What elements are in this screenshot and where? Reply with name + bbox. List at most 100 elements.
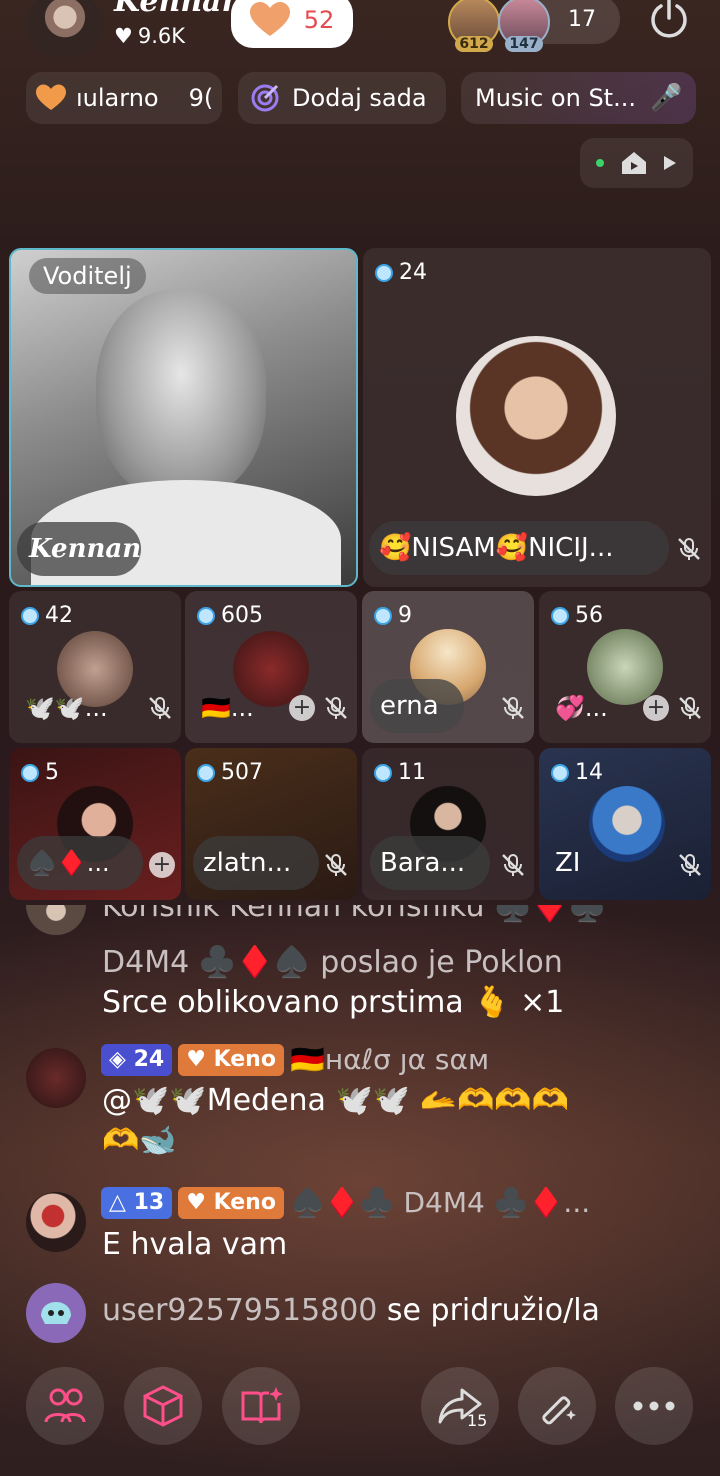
- host-name: Kennan: [114, 0, 244, 19]
- diamond-icon: [21, 606, 39, 625]
- chat-msg-2-level-value: 13: [133, 1189, 165, 1215]
- more-dots-icon: [633, 1401, 675, 1411]
- magic-book-button[interactable]: [222, 1367, 300, 1445]
- mic-muted-icon: [325, 854, 347, 876]
- chat-msg-2-username: ♠️♦️♣️ D4M4 ♣️♦️...: [289, 1186, 591, 1219]
- guest-1-count: 24: [399, 260, 427, 285]
- add-now-label: Dodaj sada: [292, 84, 427, 112]
- guest-5-count: 56: [575, 603, 603, 628]
- guest-7-name: zlatn...: [193, 836, 319, 890]
- diamond-icon: [375, 263, 393, 282]
- add-guest-plus-button[interactable]: +: [289, 695, 315, 721]
- target-icon: [251, 84, 279, 112]
- top-viewer-avatar-2[interactable]: 147: [498, 0, 550, 52]
- add-guest-plus-button[interactable]: +: [149, 852, 175, 878]
- popular-ranking-pill[interactable]: ıularno 9(: [26, 72, 222, 124]
- chat-avatar-1[interactable]: [26, 1048, 86, 1108]
- chat-msg-1-level: ◈ 24: [101, 1043, 173, 1076]
- chat-msg-2-badge: ♥ Keno: [178, 1186, 284, 1219]
- effects-wand-button[interactable]: [518, 1367, 596, 1445]
- mic-muted-icon: [678, 538, 700, 560]
- power-icon[interactable]: [647, 0, 691, 40]
- guest-7-count: 507: [221, 760, 263, 785]
- guest-tile-3[interactable]: 605 🇩🇪... +: [185, 591, 357, 743]
- guest-tile-1[interactable]: 24 🥰NISAM🥰NICIJ...: [363, 248, 711, 587]
- diamond-icon: [551, 606, 569, 625]
- creature-icon: [41, 1302, 71, 1324]
- microphone-icon: 🎤: [649, 83, 683, 113]
- guest-2-name: 🕊️🕊️...: [25, 694, 108, 722]
- viewer-count: 17: [568, 6, 596, 32]
- guests-button[interactable]: [26, 1367, 104, 1445]
- add-now-button[interactable]: Dodaj sada: [238, 72, 446, 124]
- guest-4-badge: 9: [374, 603, 412, 628]
- chat-msg-1-badge: ♥ Keno: [178, 1043, 284, 1076]
- popular-number: 9(: [188, 84, 214, 112]
- diamond-icon: [551, 763, 569, 782]
- guest-6-badge: 5: [21, 760, 59, 785]
- share-count: 15: [467, 1411, 488, 1430]
- diamond-icon: [374, 606, 392, 625]
- top-viewer-1-score: 612: [455, 36, 493, 52]
- music-on-stage-button[interactable]: Music on St... 🎤: [461, 72, 696, 124]
- chat-msg-2-level: △ 13: [101, 1186, 173, 1219]
- guest-tile-8[interactable]: 11 Bara...: [362, 748, 534, 900]
- guest-tile-5[interactable]: 56 💞... +: [539, 591, 711, 743]
- guest-1-badge: 24: [375, 260, 427, 285]
- diamond-icon: [197, 763, 215, 782]
- top-viewer-avatar-1[interactable]: 612: [448, 0, 500, 52]
- host-avatar[interactable]: [26, 0, 104, 58]
- mic-muted-icon: [502, 854, 524, 876]
- guest-3-count: 605: [221, 603, 263, 628]
- share-button[interactable]: 15: [421, 1367, 499, 1445]
- guest-7-badge: 507: [197, 760, 263, 785]
- broken-heart-icon: [36, 84, 66, 110]
- guest-8-name: Bara...: [370, 836, 490, 890]
- guest-tile-9[interactable]: 14 ZI: [539, 748, 711, 900]
- guest-4-count: 9: [398, 603, 412, 628]
- magic-wand-icon: [542, 1396, 576, 1425]
- join-text: se pridružio/la: [377, 1293, 600, 1328]
- chat-gift-line-2: Srce oblikovano prstima 🫰 ×1: [102, 985, 565, 1020]
- chat-avatar-2[interactable]: [26, 1192, 86, 1252]
- add-guest-plus-button[interactable]: +: [643, 695, 669, 721]
- guest-2-badge: 42: [21, 603, 73, 628]
- host-likes: ♥ 9.6K: [114, 24, 185, 48]
- host-video-tile[interactable]: Voditelj Kennan: [9, 248, 358, 587]
- more-options-button[interactable]: [615, 1367, 693, 1445]
- guest-tile-6[interactable]: 5 ♠️♦️... +: [9, 748, 181, 900]
- guest-5-name: 💞...: [555, 694, 608, 722]
- guest-2-count: 42: [45, 603, 73, 628]
- heart-count: 52: [303, 6, 335, 34]
- mic-muted-icon: [502, 697, 524, 719]
- mic-muted-icon: [325, 697, 347, 719]
- follow-heart-button[interactable]: 52: [231, 0, 353, 48]
- mic-muted-icon: [679, 697, 701, 719]
- mic-muted-icon: [149, 697, 171, 719]
- guest-tile-2[interactable]: 42 🕊️🕊️...: [9, 591, 181, 743]
- heart-icon: [249, 2, 290, 36]
- join-notice: user92579515800 se pridružio/la: [102, 1293, 600, 1328]
- chat-msg-1-badge-text: Keno: [213, 1046, 276, 1072]
- play-arrow-icon: [664, 156, 677, 170]
- popular-label: ıularno: [76, 84, 159, 112]
- gift-box-button[interactable]: [124, 1367, 202, 1445]
- chat-fade-top: Korisnik Kennan korisniku ♣️♦️♣️: [0, 905, 720, 935]
- book-sparkle-icon: [241, 1387, 283, 1424]
- join-user-avatar[interactable]: [26, 1283, 86, 1343]
- chat-msg-2-badge-text: Keno: [213, 1189, 276, 1215]
- live-mini-controls[interactable]: [580, 138, 693, 188]
- diamond-icon: [21, 763, 39, 782]
- home-play-icon: [621, 152, 646, 174]
- diamond-icon: [197, 606, 215, 625]
- guest-6-count: 5: [45, 760, 59, 785]
- chat-msg-2-header: △ 13 ♥ Keno ♠️♦️♣️ D4M4 ♣️♦️...: [101, 1186, 590, 1219]
- chat-msg-1-header: ◈ 24 ♥ Keno 🇩🇪ʜαℓσ ȷα ѕαм: [101, 1043, 489, 1076]
- guest-9-badge: 14: [551, 760, 603, 785]
- guest-tile-7[interactable]: 507 zlatn...: [185, 748, 357, 900]
- chat-msg-1-text-line-1: @🕊️🕊️Medena 🕊️🕊️ 🫴🫶🫶🫶: [102, 1083, 570, 1118]
- host-video-figure: [96, 290, 266, 500]
- chat-msg-1-level-value: 24: [133, 1046, 165, 1072]
- status-dot-icon: [595, 159, 604, 167]
- guest-tile-4[interactable]: 9 erna: [362, 591, 534, 743]
